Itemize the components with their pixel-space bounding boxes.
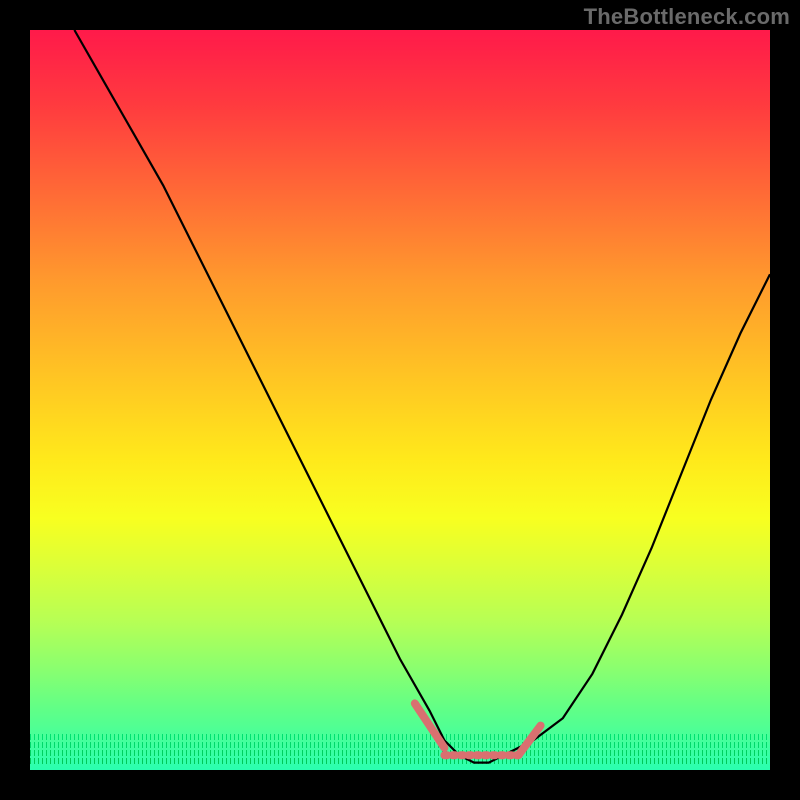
curve-layer [30,30,770,770]
flat-marker-right [518,726,540,756]
chart-frame: TheBottleneck.com [0,0,800,800]
bottleneck-curve [74,30,770,763]
watermark-text: TheBottleneck.com [584,4,790,30]
